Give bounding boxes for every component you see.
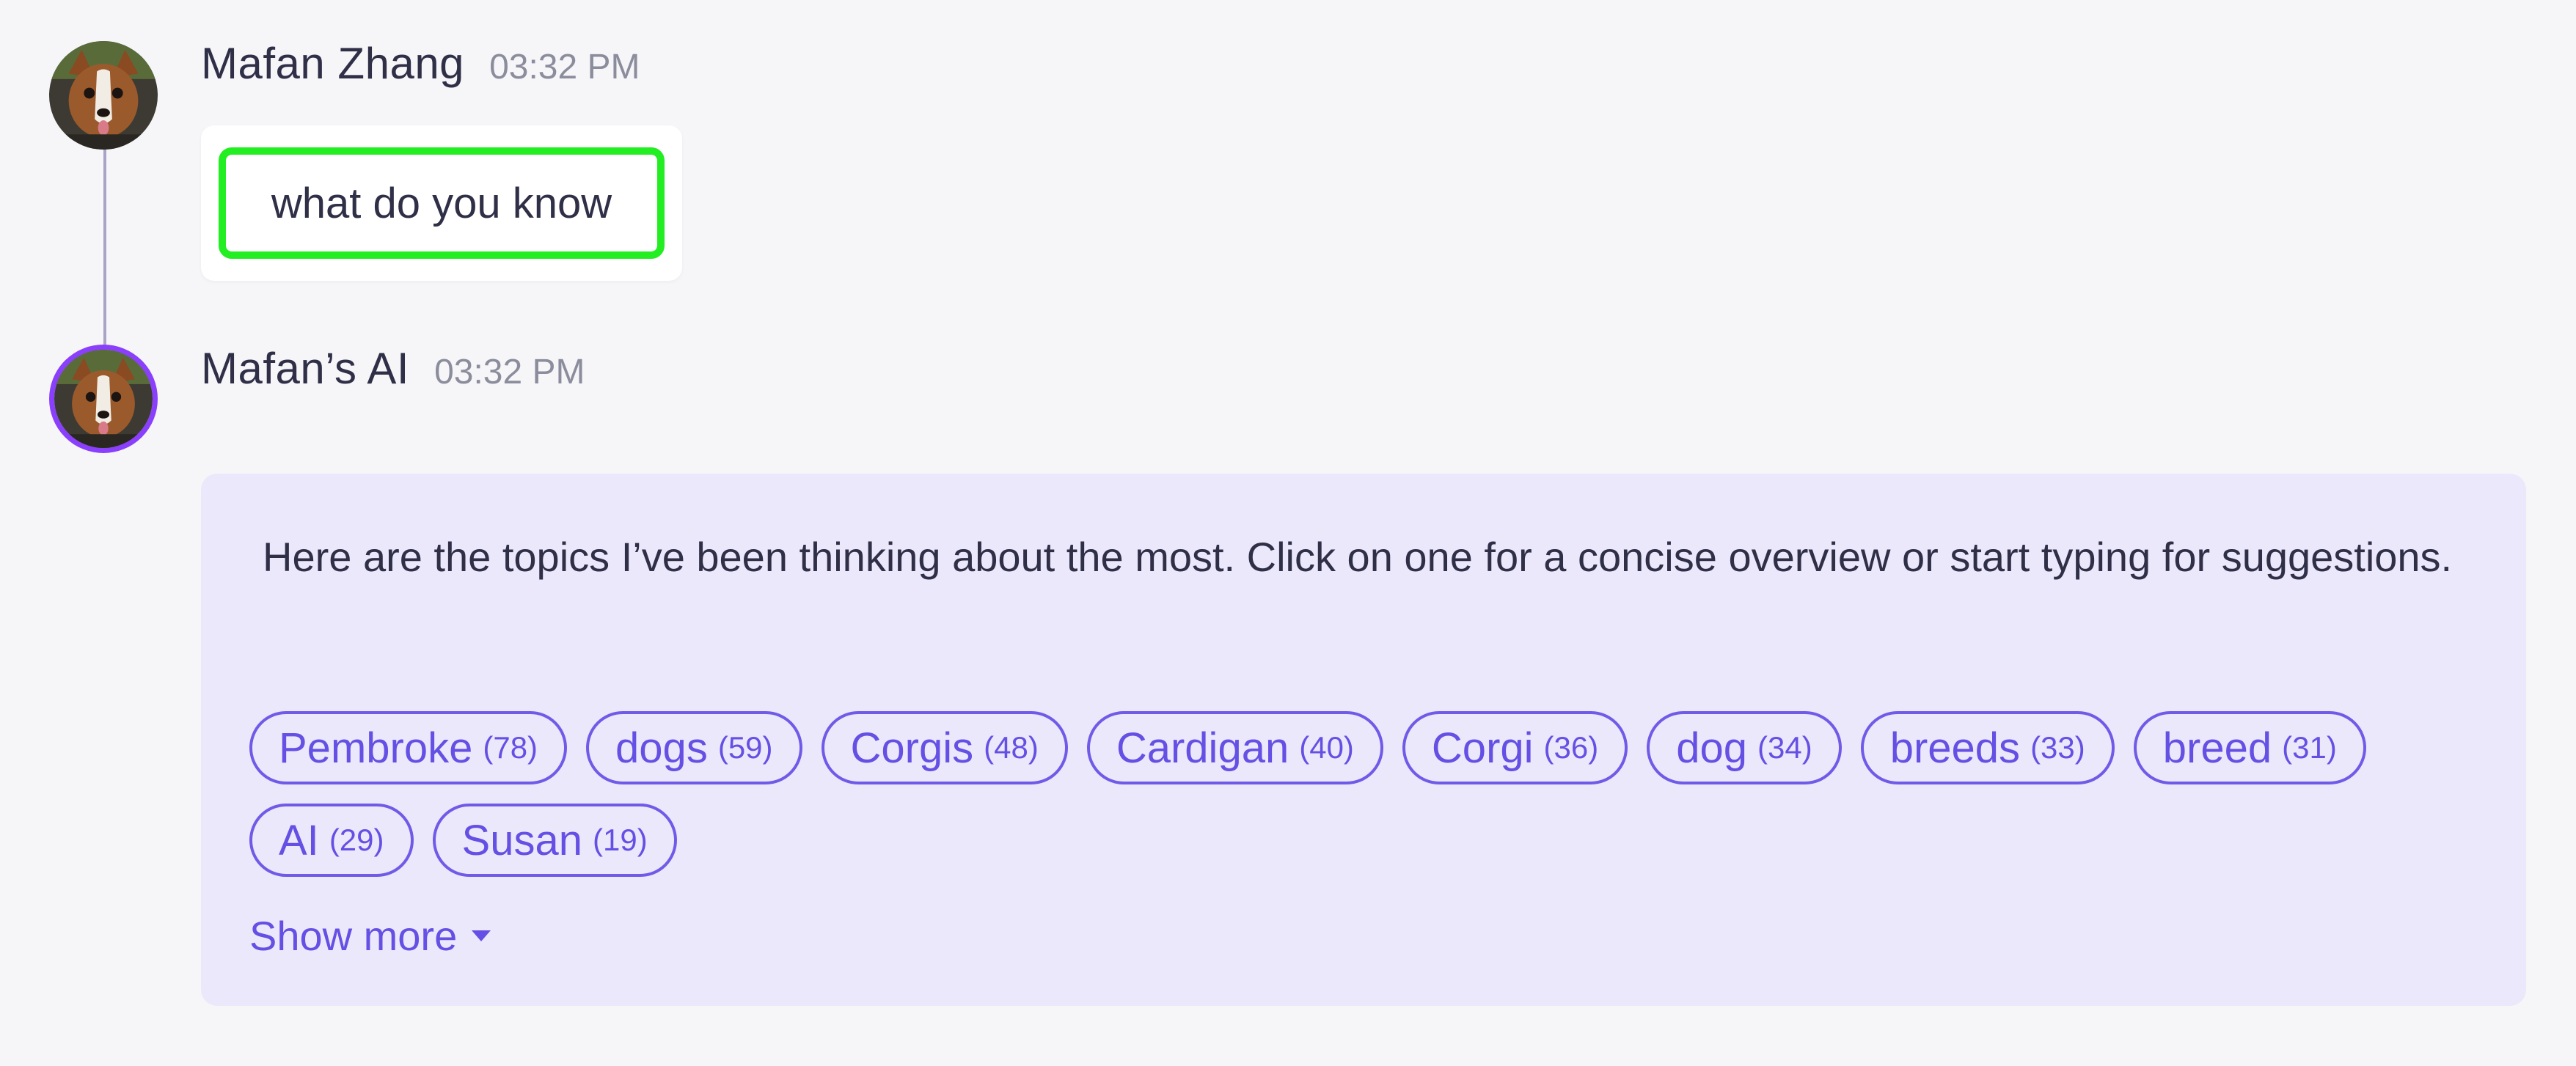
topic-tag-ai[interactable]: AI (29) bbox=[249, 804, 414, 877]
topic-tag-count: (31) bbox=[2282, 730, 2337, 765]
topic-tag-corgis[interactable]: Corgis (48) bbox=[821, 711, 1068, 784]
corgi-avatar-icon bbox=[54, 350, 153, 448]
ai-message-bubble: Here are the topics I’ve been thinking a… bbox=[201, 474, 2526, 1006]
topic-tag-label: dogs bbox=[615, 724, 708, 772]
topic-tag-count: (29) bbox=[329, 823, 384, 857]
topic-tag-susan[interactable]: Susan (19) bbox=[432, 804, 677, 877]
topic-tag-label: Cardigan bbox=[1116, 724, 1289, 772]
show-more-label: Show more bbox=[249, 913, 458, 959]
topic-tag-count: (78) bbox=[483, 730, 538, 765]
ai-avatar[interactable] bbox=[49, 345, 158, 453]
topic-tag-dog[interactable]: dog (34) bbox=[1647, 711, 1842, 784]
ai-author-name[interactable]: Mafan’s AI bbox=[201, 343, 409, 394]
user-author-name[interactable]: Mafan Zhang bbox=[201, 38, 464, 89]
topic-tag-corgi[interactable]: Corgi (36) bbox=[1402, 711, 1628, 784]
topic-tag-label: breed bbox=[2162, 724, 2272, 772]
topic-tag-count: (33) bbox=[2030, 730, 2085, 765]
topic-tag-count: (34) bbox=[1757, 730, 1812, 765]
topic-tag-label: Pembroke bbox=[279, 724, 473, 772]
topic-tag-label: dog bbox=[1676, 724, 1748, 772]
topic-tag-label: Corgi bbox=[1431, 724, 1534, 772]
topic-tag-count: (59) bbox=[717, 730, 773, 765]
user-message-text[interactable]: what do you know bbox=[219, 147, 665, 259]
ai-message-time: 03:32 PM bbox=[434, 353, 585, 392]
user-message-time: 03:32 PM bbox=[489, 48, 640, 87]
show-more-button[interactable]: Show more bbox=[249, 912, 491, 960]
ai-message-text: Here are the topics I’ve been thinking a… bbox=[263, 534, 2453, 580]
topic-tag-label: breeds bbox=[1889, 724, 2021, 772]
topic-tag-label: AI bbox=[279, 816, 319, 864]
topic-tag-cardigan[interactable]: Cardigan (40) bbox=[1086, 711, 1383, 784]
chat-thread: Mafan Zhang 03:32 PM what do you know Ma… bbox=[0, 0, 2576, 1066]
corgi-avatar-icon bbox=[49, 41, 158, 150]
topic-tag-label: Corgis bbox=[850, 724, 974, 772]
topic-tag-count: (36) bbox=[1543, 730, 1599, 765]
topic-tag-pembroke[interactable]: Pembroke (78) bbox=[249, 711, 568, 784]
user-message-bubble: what do you know bbox=[201, 125, 682, 281]
thread-connector bbox=[103, 145, 106, 349]
topic-tag-count: (19) bbox=[592, 823, 648, 857]
ai-message-header: Mafan’s AI 03:32 PM bbox=[201, 343, 585, 394]
topic-tag-count: (48) bbox=[984, 730, 1039, 765]
topic-tag-list: Pembroke (78) dogs (59) Corgis (48) Card… bbox=[249, 711, 2494, 877]
topic-tag-label: Susan bbox=[461, 816, 582, 864]
topic-tag-count: (40) bbox=[1299, 730, 1354, 765]
topic-tag-breed[interactable]: breed (31) bbox=[2133, 711, 2366, 784]
user-message-header: Mafan Zhang 03:32 PM bbox=[201, 38, 640, 89]
topic-tag-dogs[interactable]: dogs (59) bbox=[586, 711, 802, 784]
user-avatar[interactable] bbox=[49, 41, 158, 150]
caret-down-icon bbox=[472, 930, 491, 941]
topic-tag-breeds[interactable]: breeds (33) bbox=[1860, 711, 2115, 784]
